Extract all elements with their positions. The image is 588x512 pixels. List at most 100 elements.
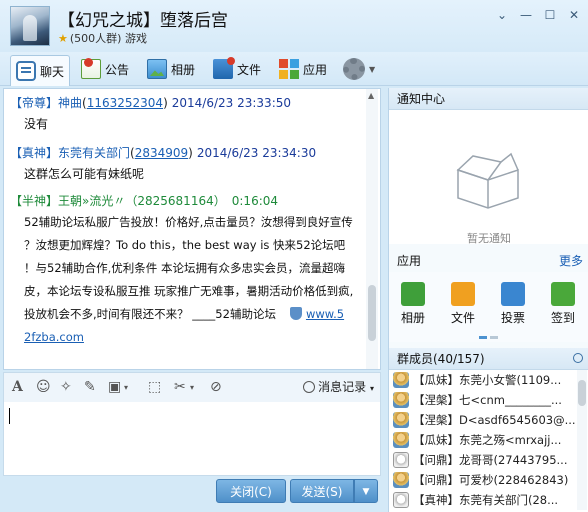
notice-icon (81, 58, 101, 79)
apps-icon (279, 59, 299, 79)
member-item[interactable]: 【瓜妹】东莞之殇<mrxajj... (389, 430, 575, 450)
sender-uid[interactable]: 2834909 (135, 146, 188, 160)
chat-history[interactable]: 【帝尊】神曲(1163252304) 2014/6/23 23:33:50 没有 … (3, 88, 381, 370)
member-name: 【问鼎】龙哥哥(27443795... (413, 453, 568, 467)
edit-icon[interactable]: ✎ (84, 379, 96, 395)
apps-title: 应用 (397, 254, 422, 268)
right-panel: 通知中心 暂无通知 应用 更多 相册 文件 投票 签到 群成员(40/157) … (388, 88, 588, 512)
ad-link[interactable]: www.5 (306, 307, 344, 321)
scroll-thumb[interactable] (368, 285, 376, 341)
chevron-down-icon[interactable]: ▾ (190, 383, 194, 392)
member-item[interactable]: 【涅槃】D<asdf6545603@... (389, 410, 575, 430)
emoji-icon[interactable]: ☺ (36, 379, 51, 395)
tab-chat-label: 聊天 (40, 64, 65, 79)
close-button[interactable]: 关闭(C) (216, 479, 286, 503)
app-label: 签到 (550, 311, 575, 325)
user-icon (393, 472, 409, 488)
ad-line: 52辅助论坛私服广告投放！价格好,点击量员？汝想得到良好宣传 (24, 215, 353, 229)
chat-scrollbar[interactable]: ▲ (366, 89, 378, 369)
member-name: 【瓜妹】东莞之殇<mrxajj... (413, 433, 562, 447)
screenshot-icon[interactable]: ⬚ (148, 379, 161, 395)
folder-icon (451, 282, 475, 306)
member-item[interactable]: 【真神】东莞有关部门(28... (389, 490, 575, 510)
notice-center: 暂无通知 (389, 110, 588, 245)
group-category[interactable]: 游戏 (125, 32, 147, 45)
empty-notice-text: 暂无通知 (467, 232, 511, 245)
ad-line: ？汝想更加辉煌？To do this，the best way is 快来52论… (24, 238, 346, 252)
ad-line: ！与52辅助合作,优利条件 本论坛拥有众多忠实会员，流量超嗨 (24, 261, 345, 275)
maximize-icon[interactable]: ☐ (544, 8, 556, 22)
send-options-button[interactable]: ▼ (354, 479, 378, 503)
tab-album[interactable]: 相册 (142, 55, 200, 83)
tab-chat[interactable]: 聊天 (10, 55, 71, 86)
image-icon[interactable]: ▣ (108, 379, 121, 395)
app-label: 投票 (500, 311, 525, 325)
tab-notice-label: 公告 (105, 62, 130, 77)
sender-uid[interactable]: 1163252304 (87, 96, 163, 110)
chat-message: 【半神】王朝»流光〃（2825681164） 0:16:04 52辅助论坛私服广告… (10, 191, 368, 349)
member-name: 【涅槃】七<cnm________... (413, 393, 562, 407)
search-icon[interactable] (573, 353, 583, 363)
tab-file[interactable]: 文件 (208, 55, 266, 83)
chevron-down-icon[interactable]: ▾ (124, 383, 128, 392)
member-item[interactable]: 【问鼎】可爱杪(228462843) (389, 470, 575, 490)
star-icon: ★ (58, 32, 68, 45)
checkin-icon (551, 282, 575, 306)
scroll-up-icon[interactable]: ▲ (368, 91, 374, 100)
file-icon (213, 57, 235, 79)
chevron-down-icon: ▾ (369, 384, 374, 393)
bear-avatar-icon (393, 452, 409, 468)
tab-notice[interactable]: 公告 (76, 55, 134, 83)
close-icon[interactable]: ✕ (568, 8, 580, 22)
sender-name[interactable]: 东莞有关部门 (58, 146, 130, 160)
album-icon (401, 282, 425, 306)
tab-apps[interactable]: 应用 (274, 55, 332, 83)
member-name: 【涅槃】D<asdf6545603@... (413, 413, 575, 427)
group-title[interactable]: 【幻咒之城】堕落后宫 (58, 6, 228, 31)
chat-message: 【帝尊】神曲(1163252304) 2014/6/23 23:33:50 没有 (10, 93, 368, 135)
member-role: 【真神】 (10, 146, 59, 160)
settings-menu[interactable]: ▼ (338, 55, 380, 83)
user-icon (393, 372, 409, 388)
scroll-thumb[interactable] (578, 380, 586, 406)
message-time: 2014/6/23 23:34:30 (196, 146, 317, 160)
scissors-icon[interactable]: ✂ (174, 379, 186, 395)
sender-uid[interactable]: 2825681164 (137, 194, 213, 208)
group-avatar[interactable] (10, 6, 50, 46)
app-label: 文件 (450, 311, 475, 325)
app-label: 相册 (400, 311, 425, 325)
app-vote[interactable]: 投票 (493, 282, 533, 326)
title-bar: 【幻咒之城】堕落后宫 ★ (500人群) 游戏 ⌄ — ☐ ✕ (0, 0, 588, 52)
user-icon (393, 412, 409, 428)
sender-name[interactable]: 王朝»流光〃 (58, 194, 125, 208)
app-checkin[interactable]: 签到 (543, 282, 583, 326)
minimize-icon[interactable]: — (520, 8, 532, 22)
more-apps-link[interactable]: 更多 (559, 250, 583, 272)
tab-album-label: 相册 (171, 62, 196, 77)
member-name: 【问鼎】可爱杪(228462843) (413, 473, 569, 487)
apps-header: 应用 更多 (389, 250, 588, 272)
app-file[interactable]: 文件 (443, 282, 483, 326)
app-album[interactable]: 相册 (393, 282, 433, 326)
ad-link-continued[interactable]: 2fzba.com (24, 326, 368, 349)
sender-name[interactable]: 神曲 (58, 96, 82, 110)
magic-icon[interactable]: ✧ (60, 379, 72, 395)
member-name: 【瓜妹】东莞小女警(1109... (413, 373, 562, 387)
message-time: 0:16:04 (231, 194, 279, 208)
member-name: 【真神】东莞有关部门(28... (413, 493, 559, 507)
font-icon[interactable]: A (12, 379, 23, 395)
member-item[interactable]: 【瓜妹】东莞小女警(1109... (389, 370, 575, 390)
voice-off-icon[interactable]: ⊘ (210, 379, 222, 395)
member-scrollbar[interactable] (577, 370, 587, 510)
message-input[interactable] (3, 402, 381, 476)
group-info: ★ (500人群) 游戏 (58, 30, 147, 46)
ad-line: 投放机会不多,时间有限还不来？ ____52辅助论坛 (24, 307, 276, 321)
member-item[interactable]: 【问鼎】龙哥哥(27443795... (389, 450, 575, 470)
message-history-button[interactable]: 消息记录 ▾ (303, 378, 374, 395)
bear-avatar-icon (393, 492, 409, 508)
collapse-icon[interactable]: ⌄ (496, 8, 508, 22)
send-button[interactable]: 发送(S) (290, 479, 354, 503)
member-item[interactable]: 【涅槃】七<cnm________... (389, 390, 575, 410)
message-text: 52辅助论坛私服广告投放！价格好,点击量员？汝想得到良好宣传 ？汝想更加辉煌？T… (10, 211, 368, 349)
apps-pager[interactable] (479, 336, 498, 339)
